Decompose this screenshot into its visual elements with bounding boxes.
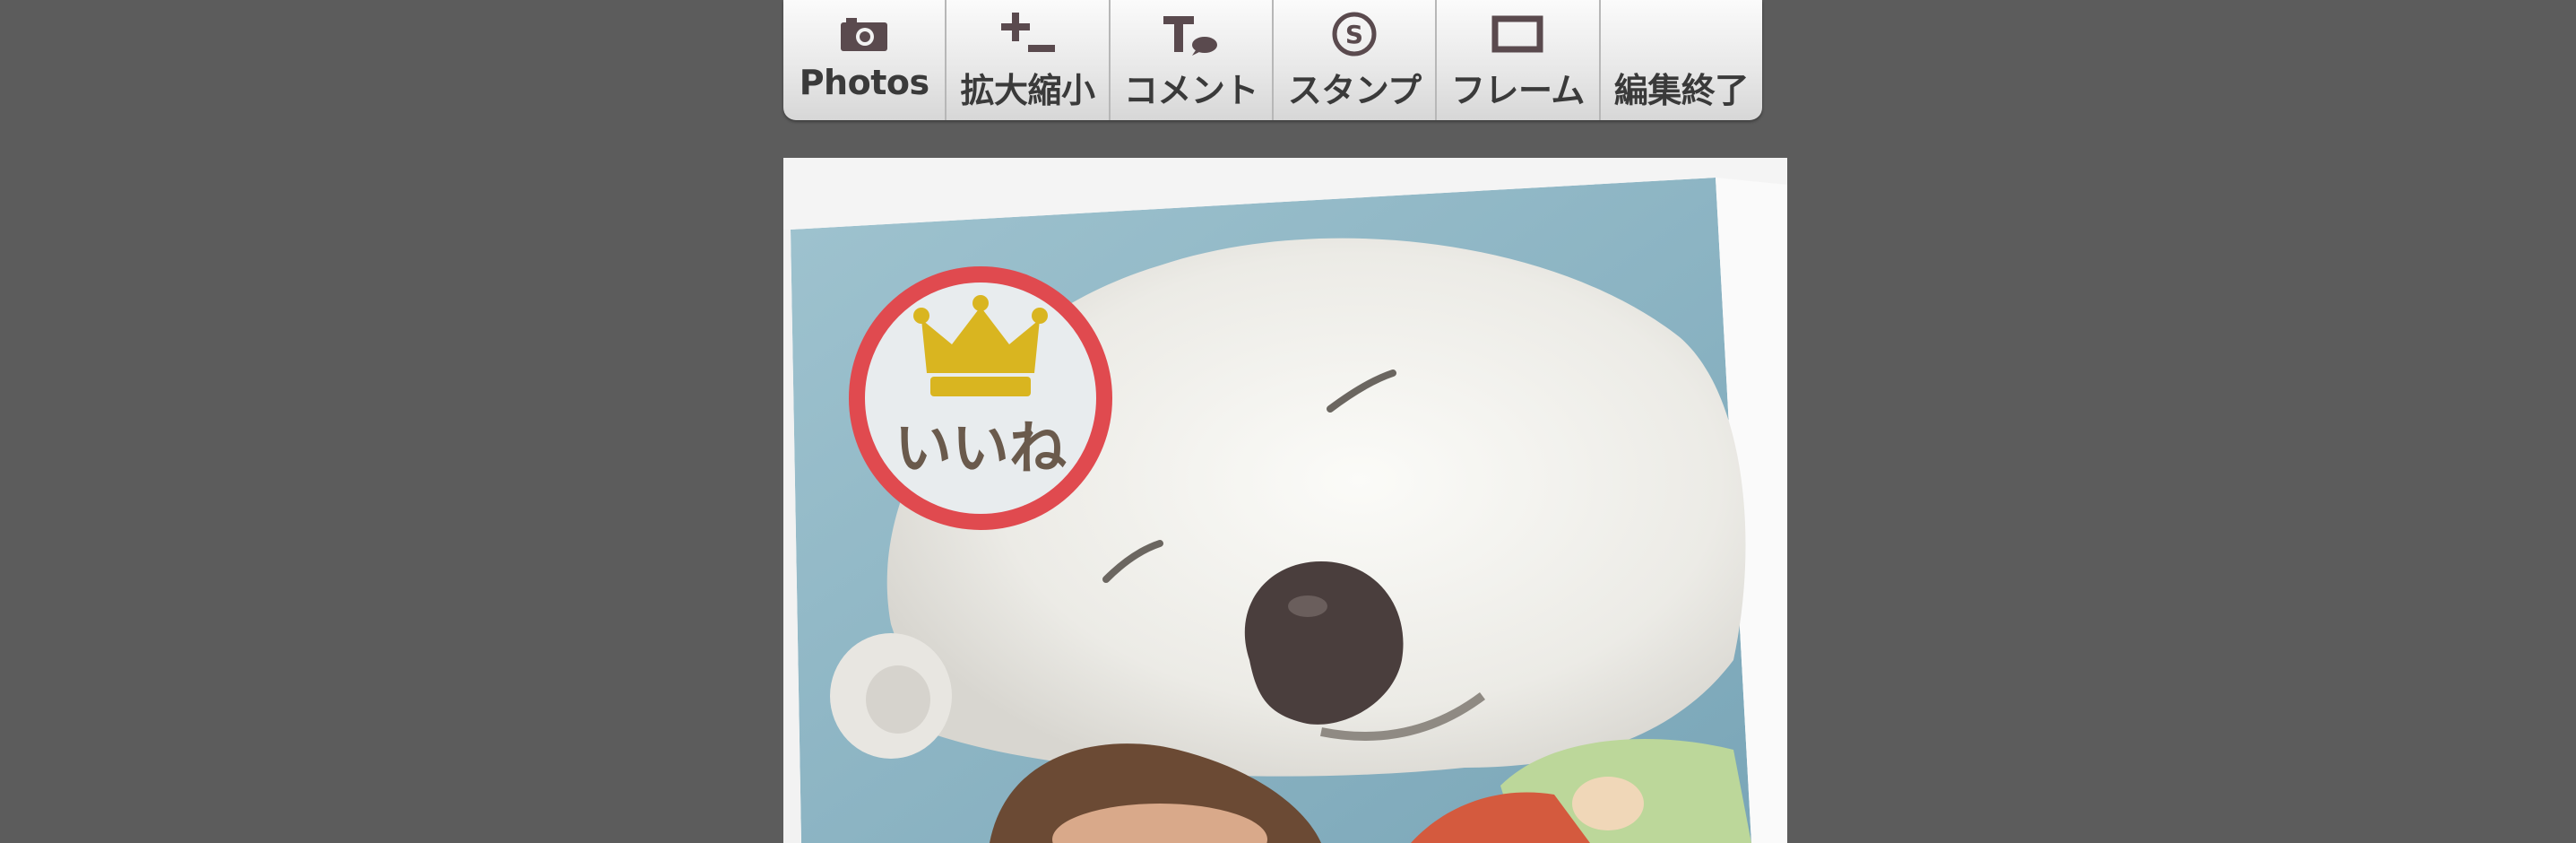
- photos-button[interactable]: Photos: [783, 0, 947, 120]
- frame-button[interactable]: フレーム: [1437, 0, 1601, 120]
- finish-edit-button[interactable]: 編集終了: [1601, 0, 1762, 120]
- photo-canvas[interactable]: いいね: [783, 158, 1787, 843]
- zoom-label: 拡大縮小: [960, 71, 1095, 110]
- comment-button[interactable]: コメント: [1111, 0, 1274, 120]
- edit-toolbar: Photos 拡大縮小 コメント S スタンプ フレーム 編集終了: [783, 0, 1762, 120]
- zoom-plus-minus-icon: [996, 13, 1059, 56]
- stamp-text: いいね: [895, 416, 1067, 482]
- finish-edit-label: 編集終了: [1613, 71, 1750, 110]
- frame-label: フレーム: [1451, 71, 1585, 110]
- iine-stamp[interactable]: いいね: [848, 265, 1113, 531]
- photos-label: Photos: [799, 63, 929, 102]
- stamp-s-icon: S: [1323, 12, 1386, 56]
- stamp-button[interactable]: S スタンプ: [1274, 0, 1438, 120]
- text-comment-icon: [1160, 13, 1223, 56]
- frame-icon: [1486, 13, 1549, 56]
- comment-label: コメント: [1123, 71, 1259, 110]
- svg-text:S: S: [1345, 20, 1363, 49]
- zoom-button[interactable]: 拡大縮小: [947, 0, 1111, 120]
- stamp-label: スタンプ: [1287, 71, 1422, 110]
- camera-icon: [833, 13, 895, 56]
